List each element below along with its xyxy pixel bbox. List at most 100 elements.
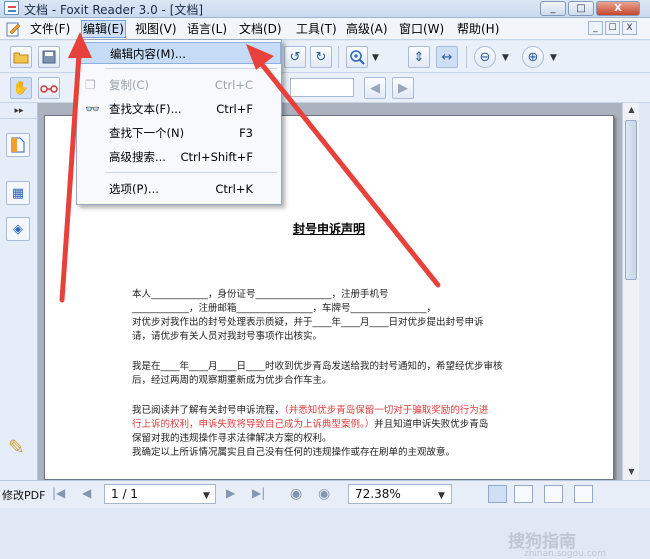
last-page-icon[interactable]: ▶| [252,486,265,500]
scroll-down-icon[interactable]: ▼ [623,465,640,479]
attachments-icon[interactable]: ✎ [8,435,26,461]
layers-panel-icon[interactable]: ◈ [6,217,30,241]
toolbar-separator [466,46,467,68]
menu-item-shortcut: Ctrl+Shift+F [180,150,254,164]
menu-help[interactable]: 帮助(H) [455,21,501,37]
title-bar: 文档 - Foxit Reader 3.0 - [文档] _ □ X [0,0,650,18]
doc-red-text: （并悉知优步青岛保留一切对于骗取奖励的行为进 [284,405,489,416]
page-number-field[interactable]: 1 / 1 [104,484,216,504]
thumbnails-panel-icon[interactable]: ▦ [6,181,30,205]
scrollbar-thumb[interactable] [625,120,637,280]
menu-document[interactable]: 文档(D) [237,21,284,37]
zoom-plus-icon[interactable]: ⊕ [522,46,544,68]
mdi-close-button[interactable]: X [622,21,637,35]
facing-view-icon[interactable] [544,485,563,503]
close-button[interactable]: X [596,1,640,16]
fit-width-icon[interactable]: ↔ [436,46,458,68]
status-bar: 修改PDF |◀ ◀ 1 / 1 ▼ ▶ ▶| ◉ ◉ 72.38% ▼ [0,480,650,508]
mdi-restore-button[interactable]: ☐ [605,21,620,35]
menu-item-find-text[interactable]: 👓 查找文本(F)... Ctrl+F [77,98,281,120]
edit-pdf-label[interactable]: 修改PDF [2,487,45,503]
pages-panel-icon[interactable] [6,133,30,157]
hand-tool-icon[interactable]: ✋ [10,77,32,99]
page-dropdown-icon[interactable]: ▼ [203,491,210,501]
menu-language[interactable]: 语言(L) [185,21,229,37]
menu-item-shortcut: F3 [239,126,253,140]
menu-item-shortcut: Ctrl+F [216,102,253,116]
menu-item-shortcut: Ctrl+C [214,78,253,92]
zoom-dropdown-icon[interactable]: ▼ [372,53,379,63]
binoculars-icon: 👓 [85,102,100,116]
menu-item-edit-content[interactable]: 编辑内容(M)... [77,42,281,64]
expand-sidebar-icon[interactable]: ▸▸ [0,103,38,119]
first-page-icon[interactable]: |◀ [52,486,65,500]
vertical-scrollbar[interactable]: ▲ ▼ [622,103,639,480]
open-icon[interactable] [10,46,32,68]
zoom-out-icon[interactable]: ⊖ [474,46,496,68]
menu-item-label: 高级搜索... [109,150,166,164]
menu-file[interactable]: 文件(F) [28,21,72,37]
maximize-button[interactable]: □ [568,1,594,16]
zoom-plus-dropdown-icon[interactable]: ▼ [550,53,557,63]
menu-tools[interactable]: 工具(T) [294,21,339,37]
menu-bar: 文件(F) 编辑(E) 视图(V) 语言(L) 文档(D) 工具(T) 高级(A… [0,18,650,40]
minimize-button[interactable]: _ [540,1,566,16]
doc-text: 并且知道申诉失败优步青岛 [374,419,489,430]
go-back-icon[interactable]: ◉ [290,486,302,502]
menu-item-copy[interactable]: ❐ 复制(C) Ctrl+C [77,74,281,96]
previous-view-icon[interactable]: ◀ [364,77,386,99]
toolbar-separator [338,46,339,68]
zoom-level-dropdown-icon[interactable]: ▼ [438,491,445,501]
menu-separator [105,68,277,69]
doc-paragraph-line: 请，请优步有关人员对我封号事项作出核实。 [132,331,323,342]
select-text-icon[interactable] [38,77,60,99]
rotate-left-icon[interactable]: ↺ [284,46,306,68]
menu-item-options[interactable]: 选项(P)... Ctrl+K [77,178,281,200]
app-icon [4,1,19,15]
previous-page-icon[interactable]: ◀ [82,486,91,500]
doc-paragraph-line: 行上诉的权利，申诉失败将导致自己成为上诉典型案例。）并且知道申诉失败优步青岛 [132,418,552,431]
go-forward-icon[interactable]: ◉ [318,486,330,502]
menu-item-label: 选项(P)... [109,182,159,196]
menu-edit[interactable]: 编辑(E) [81,20,126,38]
continuous-facing-view-icon[interactable] [574,485,593,503]
doc-paragraph-line: 对优步对我作出的封号处理表示质疑，并于____年____月____日对优步提出封… [132,317,484,328]
copy-icon: ❐ [85,78,96,92]
doc-red-text: 行上诉的权利，申诉失败将导致自己成为上诉典型案例。） [132,419,375,430]
next-view-icon[interactable]: ▶ [392,77,414,99]
rotate-right-icon[interactable]: ↻ [310,46,332,68]
navigation-sidebar: ▸▸ ▦ ◈ ✎ [0,103,38,480]
doc-paragraph-line: 保留对我的违规操作寻求法律解决方案的权利。 [132,433,332,444]
menu-item-label: 复制(C) [109,78,150,92]
save-icon[interactable] [38,46,60,68]
single-page-view-icon[interactable] [488,485,507,503]
continuous-view-icon[interactable] [514,485,533,503]
menu-window[interactable]: 窗口(W) [397,21,446,37]
menu-item-advanced-search[interactable]: 高级搜索... Ctrl+Shift+F [77,146,281,168]
doc-paragraph-line: 我确定以上所诉情况属实且自己没有任何的违规操作或存在刷单的主观故意。 [132,447,456,458]
menu-item-shortcut: Ctrl+K [215,182,253,196]
zoom-level-field[interactable]: 72.38% [348,484,452,504]
edit-menu-dropdown: 编辑内容(M)... ❐ 复制(C) Ctrl+C 👓 查找文本(F)... C… [76,39,282,205]
next-page-icon[interactable]: ▶ [226,486,235,500]
menu-view[interactable]: 视图(V) [133,21,179,37]
menu-separator [105,172,277,173]
menu-item-label: 查找文本(F)... [109,102,182,116]
doc-paragraph-line: 后，经过两周的观察期重新成为优步合作车主。 [132,375,332,386]
menu-advanced[interactable]: 高级(A) [344,21,390,37]
foxit-logo-icon [6,22,21,37]
document-title: 封号申诉声明 [292,222,365,236]
menu-item-find-next[interactable]: 查找下一个(N) F3 [77,122,281,144]
window-title: 文档 - Foxit Reader 3.0 - [文档] [24,3,204,17]
menu-item-label: 查找下一个(N) [109,126,185,140]
menu-item-label: 编辑内容(M)... [110,47,186,61]
mdi-minimize-button[interactable]: _ [588,21,603,35]
doc-paragraph-line: 我是在____年____月____日____时收到优步青岛发送给我的封号通知的，… [132,361,503,372]
scroll-up-icon[interactable]: ▲ [623,103,640,117]
doc-paragraph-line: ____________，注册邮箱________________，车牌号___… [132,303,437,314]
zoom-in-icon[interactable] [346,46,368,68]
watermark-url: zhinan.sogou.com [524,549,606,559]
fit-page-icon[interactable]: ⇕ [408,46,430,68]
zoom-out-dropdown-icon[interactable]: ▼ [502,53,509,63]
search-input[interactable] [290,78,354,97]
